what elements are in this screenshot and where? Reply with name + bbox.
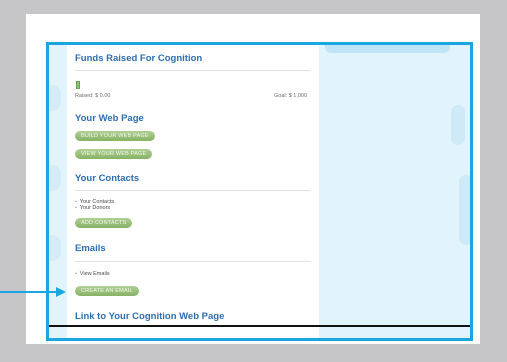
- right-bubble: [459, 175, 470, 245]
- arrow-right-icon: [56, 287, 66, 297]
- left-bubble: [49, 165, 61, 191]
- left-bubble: [49, 235, 61, 261]
- create-email-button[interactable]: CREATE AN EMAIL: [75, 286, 139, 296]
- divider: [75, 261, 311, 262]
- your-donors-link[interactable]: Your Donors: [75, 205, 110, 211]
- right-top-tab: [325, 45, 450, 53]
- divider: [75, 190, 311, 191]
- funds-heading: Funds Raised For Cognition: [75, 53, 203, 64]
- contacts-heading: Your Contacts: [75, 173, 140, 184]
- webpage-heading: Your Web Page: [75, 113, 144, 124]
- highlight-frame: Funds Raised For Cognition Raised: $ 0.0…: [46, 42, 473, 341]
- add-contacts-button[interactable]: ADD CONTACTS: [75, 218, 133, 228]
- funds-progress-bar: [76, 81, 80, 89]
- dashboard-content: Funds Raised For Cognition Raised: $ 0.0…: [69, 45, 317, 338]
- left-bubble: [49, 85, 61, 111]
- pointer-arrow-line: [0, 291, 60, 293]
- build-web-page-button[interactable]: BUILD YOUR WEB PAGE: [75, 131, 155, 141]
- goal-amount: Goal: $ 1,000: [274, 93, 308, 99]
- emails-heading: Emails: [75, 243, 106, 254]
- divider: [75, 70, 311, 71]
- view-emails-link[interactable]: View Emails: [75, 271, 110, 277]
- right-bubble: [451, 105, 465, 145]
- raised-amount: Raised: $ 0.00: [75, 93, 111, 99]
- link-heading: Link to Your Cognition Web Page: [75, 311, 225, 322]
- bottom-black-line: [49, 325, 470, 327]
- right-decoration: [319, 45, 470, 338]
- view-web-page-button[interactable]: VIEW YOUR WEB PAGE: [75, 149, 153, 159]
